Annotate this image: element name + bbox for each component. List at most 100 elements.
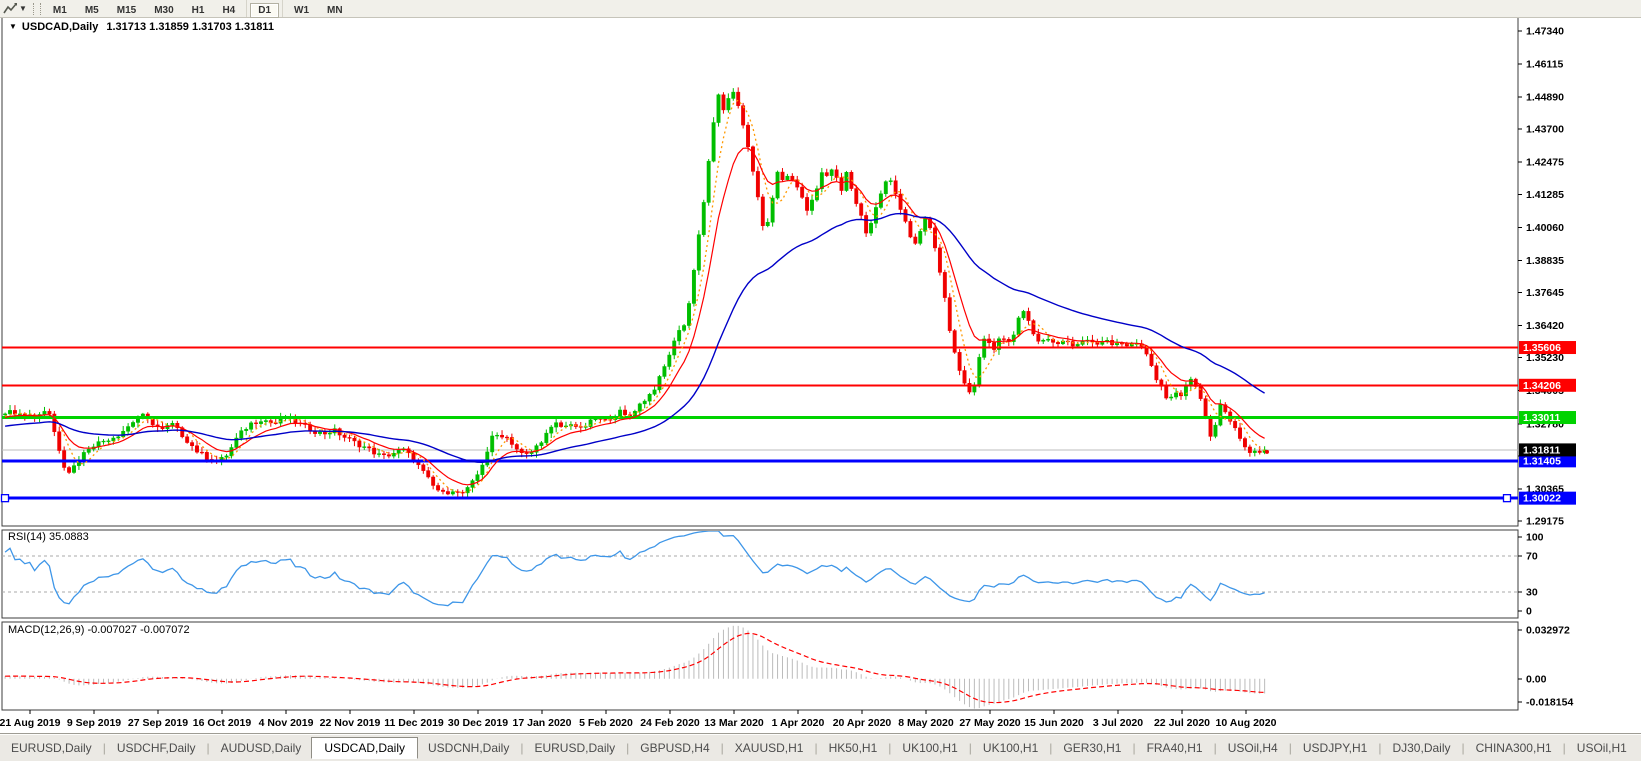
candle-body bbox=[101, 440, 106, 443]
tab-china300-h1[interactable]: CHINA300,H1 bbox=[1466, 738, 1562, 758]
price-tick-label: 1.38835 bbox=[1526, 255, 1564, 267]
tab-usdjpy-h1[interactable]: USDJPY,H1 bbox=[1293, 738, 1377, 758]
caret-down-icon[interactable]: ▼ bbox=[19, 4, 27, 13]
candle-body bbox=[903, 209, 908, 222]
candle-body bbox=[854, 188, 859, 204]
tab-gbpusd-h4[interactable]: GBPUSD,H4 bbox=[630, 738, 719, 758]
candle-body bbox=[111, 437, 116, 442]
candle-body bbox=[249, 422, 254, 430]
candle-body bbox=[1016, 317, 1021, 336]
timeframe-button-mn[interactable]: MN bbox=[319, 3, 351, 18]
candle-body bbox=[805, 197, 810, 211]
candle-body bbox=[445, 491, 450, 495]
candle-body bbox=[824, 172, 829, 176]
date-label: 22 Jul 2020 bbox=[1154, 717, 1210, 729]
rsi-tick-label: 100 bbox=[1526, 532, 1544, 544]
candle-body bbox=[126, 426, 131, 432]
candle-body bbox=[490, 435, 495, 453]
symbol-tab-bar: EURUSD,Daily | USDCHF,Daily | AUDUSD,Daily US… bbox=[0, 733, 1641, 761]
tab-eurusd-daily[interactable]: EURUSD,Daily bbox=[524, 738, 625, 758]
tab-usoil-h4[interactable]: USOil,H4 bbox=[1218, 738, 1288, 758]
candle-body bbox=[1056, 342, 1060, 345]
candle-body bbox=[372, 447, 377, 455]
tab-uk100-h1[interactable]: UK100,H1 bbox=[973, 738, 1048, 758]
candle-body bbox=[352, 438, 357, 442]
candle-body bbox=[500, 434, 504, 438]
candle-body bbox=[3, 413, 8, 416]
tab-usdcnh-daily[interactable]: USDCNH,Daily bbox=[418, 738, 519, 758]
candle-body bbox=[657, 376, 662, 391]
candle-body bbox=[760, 196, 765, 226]
candle-body bbox=[1218, 404, 1223, 426]
toolbar-separator bbox=[282, 0, 284, 17]
tab-audusd-daily[interactable]: AUDUSD,Daily bbox=[211, 738, 312, 758]
candle-body bbox=[475, 474, 480, 481]
candle-body bbox=[1174, 392, 1179, 398]
timeframe-button-d1[interactable]: D1 bbox=[250, 2, 280, 18]
price-tick-label: 1.42475 bbox=[1526, 157, 1564, 169]
candle-body bbox=[677, 330, 682, 342]
tab-fra40-h1[interactable]: FRA40,H1 bbox=[1137, 738, 1213, 758]
candle-body bbox=[957, 352, 962, 371]
chart-symbol-label: USDCAD,Daily bbox=[21, 21, 99, 33]
candle-body bbox=[878, 193, 883, 208]
tab-usoil-h1[interactable]: USOil,H1 bbox=[1567, 738, 1637, 758]
candle-body bbox=[1154, 365, 1159, 381]
candle-body bbox=[42, 411, 47, 415]
tab-ger30-h1[interactable]: GER30,H1 bbox=[1053, 738, 1131, 758]
candle-body bbox=[480, 464, 485, 475]
candle-body bbox=[199, 451, 204, 454]
timeframe-button-m15[interactable]: M15 bbox=[109, 3, 144, 18]
date-label: 11 Dec 2019 bbox=[384, 717, 444, 729]
chart-tool-icon[interactable] bbox=[2, 2, 18, 16]
candle-body bbox=[204, 452, 209, 460]
tab-usdcad-daily[interactable]: USDCAD,Daily bbox=[311, 736, 418, 759]
candle-body bbox=[342, 434, 347, 438]
timeframe-button-m1[interactable]: M1 bbox=[45, 3, 75, 18]
candle-body bbox=[933, 227, 937, 249]
candle-body bbox=[888, 180, 893, 182]
macd-indicator-label: MACD(12,26,9) -0.007027 -0.007072 bbox=[8, 624, 190, 636]
candle-body bbox=[450, 491, 455, 495]
candle-body bbox=[992, 342, 996, 350]
timeframe-button-m30[interactable]: M30 bbox=[146, 3, 181, 18]
candle-body bbox=[1046, 338, 1051, 341]
candle-body bbox=[544, 432, 549, 443]
price-tick-label: 1.43700 bbox=[1526, 124, 1564, 136]
candle-body bbox=[131, 422, 135, 427]
price-tick-label: 1.37645 bbox=[1526, 287, 1564, 299]
tab-hk50-h1[interactable]: HK50,H1 bbox=[819, 738, 888, 758]
date-label: 17 Jan 2020 bbox=[513, 717, 572, 729]
date-label: 3 Jul 2020 bbox=[1093, 717, 1143, 729]
current-price-label-text: 1.31811 bbox=[1523, 444, 1561, 456]
price-tick-label: 1.44890 bbox=[1526, 92, 1564, 104]
timeframe-button-h4[interactable]: H4 bbox=[214, 3, 243, 18]
candle-body bbox=[485, 451, 490, 466]
date-label: 27 Sep 2019 bbox=[128, 717, 188, 729]
chart-canvas[interactable]: 1.47340 1.46115 1.44890 1.43700 1.42475 1.412… bbox=[0, 0, 1641, 760]
tab-eurusd-daily[interactable]: EURUSD,Daily bbox=[1, 738, 102, 758]
candle-body bbox=[121, 431, 126, 438]
timeframe-button-h1[interactable]: H1 bbox=[184, 3, 213, 18]
hline-handle[interactable] bbox=[1502, 494, 1512, 503]
tab-xauusd-h1[interactable]: XAUUSD,H1 bbox=[725, 738, 814, 758]
date-label: 20 Apr 2020 bbox=[833, 717, 892, 729]
title-caret-icon[interactable]: ▼ bbox=[9, 22, 17, 31]
candle-body bbox=[57, 431, 62, 451]
candle-body bbox=[864, 215, 869, 234]
tab-uk100-h1[interactable]: UK100,H1 bbox=[892, 738, 967, 758]
date-label: 4 Nov 2019 bbox=[259, 717, 314, 729]
macd-tick-label: -0.018154 bbox=[1526, 697, 1573, 709]
tab-usdchf-daily[interactable]: USDCHF,Daily bbox=[107, 738, 206, 758]
candle-body bbox=[829, 169, 834, 176]
macd-pane-frame bbox=[1, 621, 1519, 711]
date-label: 21 Aug 2019 bbox=[0, 717, 61, 729]
timeframe-button-m5[interactable]: M5 bbox=[77, 3, 107, 18]
timeframe-button-w1[interactable]: W1 bbox=[286, 3, 317, 18]
candle-body bbox=[1257, 450, 1262, 453]
hline-handle[interactable] bbox=[0, 494, 10, 503]
candle-body bbox=[785, 175, 790, 181]
candle-body bbox=[357, 440, 362, 448]
candle-body bbox=[72, 465, 76, 473]
tab-dj30-daily[interactable]: DJ30,Daily bbox=[1382, 738, 1460, 758]
